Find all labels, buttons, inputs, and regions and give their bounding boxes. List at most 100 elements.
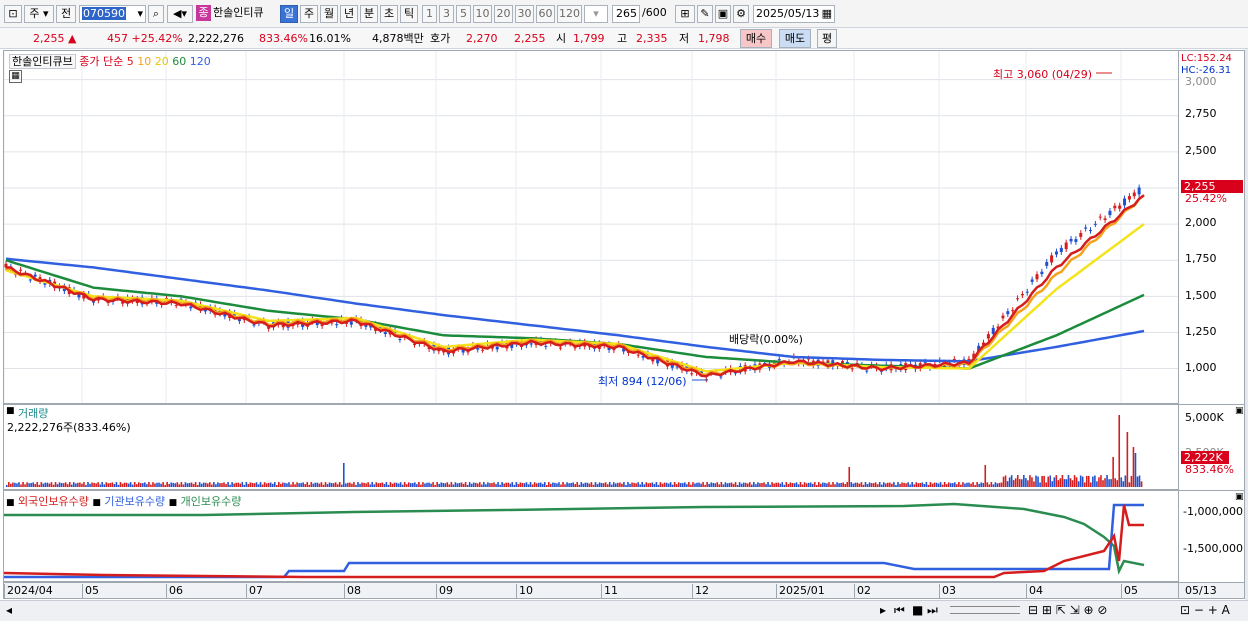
- volume-bar: [574, 484, 576, 487]
- volume-bar: [909, 484, 911, 487]
- dropdown-icon[interactable]: ▾: [137, 6, 143, 22]
- volume-bar: [584, 482, 587, 487]
- interval-30[interactable]: 30: [515, 5, 534, 23]
- volume-bar: [188, 482, 191, 487]
- volume-bar: [156, 482, 158, 487]
- interval-3[interactable]: 3: [439, 5, 454, 23]
- window-menu-icon[interactable]: ⊡: [4, 5, 22, 23]
- volume-bar: [927, 484, 930, 487]
- candle-body: [1108, 210, 1112, 216]
- volume-bar: [958, 482, 960, 487]
- x-axis-end-date: 05/13: [1185, 584, 1217, 597]
- volume-chart[interactable]: [4, 405, 1178, 489]
- volume-bar: [931, 483, 934, 487]
- fast-forward-icon[interactable]: ⏭: [927, 603, 938, 618]
- candle-body: [174, 305, 178, 307]
- data-table-icon[interactable]: ▦: [9, 70, 22, 83]
- volume-bar: [1075, 477, 1078, 487]
- zoom-slider[interactable]: [950, 606, 1020, 614]
- price-change-value: 457: [107, 32, 128, 45]
- bar-count-input[interactable]: 265: [612, 5, 640, 23]
- save-icon[interactable]: ▣: [715, 5, 731, 23]
- volume-bar: [290, 484, 292, 487]
- interval-20[interactable]: 20: [494, 5, 513, 23]
- volume-bar: [550, 483, 552, 487]
- tab-period-second[interactable]: 초: [380, 5, 398, 23]
- volume-bar: [489, 483, 491, 487]
- interval-10[interactable]: 10: [473, 5, 492, 23]
- pane-close-icon[interactable]: ▣: [1235, 492, 1244, 502]
- volume-bar: [751, 484, 753, 487]
- tab-period-week[interactable]: 주: [300, 5, 318, 23]
- volume-bar: [521, 482, 524, 487]
- indicator-icon[interactable]: ⊞: [675, 5, 695, 23]
- volume-bar: [773, 483, 775, 487]
- low-annotation: 최저 894 (12/06): [598, 375, 687, 388]
- volume-bar: [558, 482, 560, 487]
- volume-bar: [137, 482, 140, 487]
- pane-close-icon[interactable]: ▣: [1235, 406, 1244, 416]
- zoom-controls[interactable]: ⊡ − + A: [1180, 603, 1230, 617]
- volume-bar: [783, 484, 786, 487]
- stop-icon[interactable]: ■: [912, 603, 923, 617]
- candle-body: [335, 324, 339, 326]
- evaluation-button[interactable]: 평: [817, 29, 837, 48]
- tab-period-day[interactable]: 일: [280, 5, 298, 23]
- interval-5[interactable]: 5: [456, 5, 471, 23]
- interval-60[interactable]: 60: [536, 5, 555, 23]
- volume-bar: [336, 484, 339, 487]
- scroll-right-icon[interactable]: ▸: [880, 603, 886, 617]
- volume-bar: [702, 482, 704, 487]
- search-icon[interactable]: ⌕: [148, 5, 164, 23]
- volume-bar: [1053, 477, 1056, 487]
- volume-bar: [933, 482, 936, 487]
- volume-bar: [223, 482, 225, 487]
- custom-interval-select[interactable]: ▾: [584, 5, 608, 23]
- gear-icon[interactable]: ⚙: [733, 5, 749, 23]
- volume-bar: [834, 484, 836, 487]
- volume-pane[interactable]: ■ 거래량 2,222,276주(833.46%): [3, 404, 1179, 490]
- rewind-icon[interactable]: ⏮: [894, 603, 905, 618]
- price-chart[interactable]: [4, 51, 1178, 403]
- tab-period-minute[interactable]: 분: [360, 5, 378, 23]
- volume-bar: [848, 467, 851, 487]
- scroll-left-icon[interactable]: ◂: [6, 603, 12, 617]
- stock-code-input[interactable]: 070590 ▾: [79, 5, 146, 23]
- volume-bar: [998, 482, 1001, 487]
- volume-bar: [14, 482, 16, 487]
- volume-bar: [233, 483, 235, 487]
- interval-1[interactable]: 1: [422, 5, 437, 23]
- volume-bar: [529, 482, 532, 487]
- volume-bar: [901, 482, 903, 487]
- x-axis-right: 05/13: [1179, 582, 1245, 599]
- draw-tool-icon[interactable]: ✎: [697, 5, 713, 23]
- volume-bar: [456, 483, 459, 487]
- volume-bar: [403, 482, 406, 487]
- interval-120[interactable]: 120: [557, 5, 582, 23]
- prev-stock-button[interactable]: 전: [56, 5, 76, 23]
- tool-icons[interactable]: ⊟ ⊞ ⇱ ⇲ ⊕ ⊘: [1028, 603, 1107, 617]
- volume-bar: [48, 483, 51, 487]
- chart-stock-name[interactable]: 한솔인티큐브: [9, 54, 76, 69]
- period-select[interactable]: 주 ▾: [24, 5, 54, 23]
- volume-bar: [345, 483, 347, 487]
- tab-period-tick[interactable]: 틱: [400, 5, 418, 23]
- volume-bar: [263, 482, 266, 487]
- holdings-pane[interactable]: ■ 외국인보유수량 ■ 기관보유수량 ■ 개인보유수량: [3, 490, 1179, 582]
- sell-button[interactable]: 매도: [779, 29, 811, 48]
- volume-bar: [677, 482, 680, 487]
- stock-name[interactable]: 종 한솔인티큐: [196, 5, 276, 23]
- sound-icon[interactable]: ◀▾: [167, 5, 193, 23]
- buy-button[interactable]: 매수: [740, 29, 772, 48]
- volume-bar: [864, 482, 867, 487]
- volume-bar: [850, 482, 853, 487]
- price-chart-pane[interactable]: 한솔인티큐브 종가 단순 5 10 20 60 120 ▦ 최고 3,060 (…: [3, 50, 1179, 404]
- date-input[interactable]: 2025/05/13 ▦: [753, 5, 835, 23]
- volume-bar: [1047, 476, 1049, 487]
- candle-body: [19, 269, 23, 271]
- volume-bar: [803, 482, 806, 487]
- volume-bar: [44, 482, 47, 487]
- tab-period-year[interactable]: 년: [340, 5, 358, 23]
- calendar-icon[interactable]: ▦: [822, 6, 832, 22]
- tab-period-month[interactable]: 월: [320, 5, 338, 23]
